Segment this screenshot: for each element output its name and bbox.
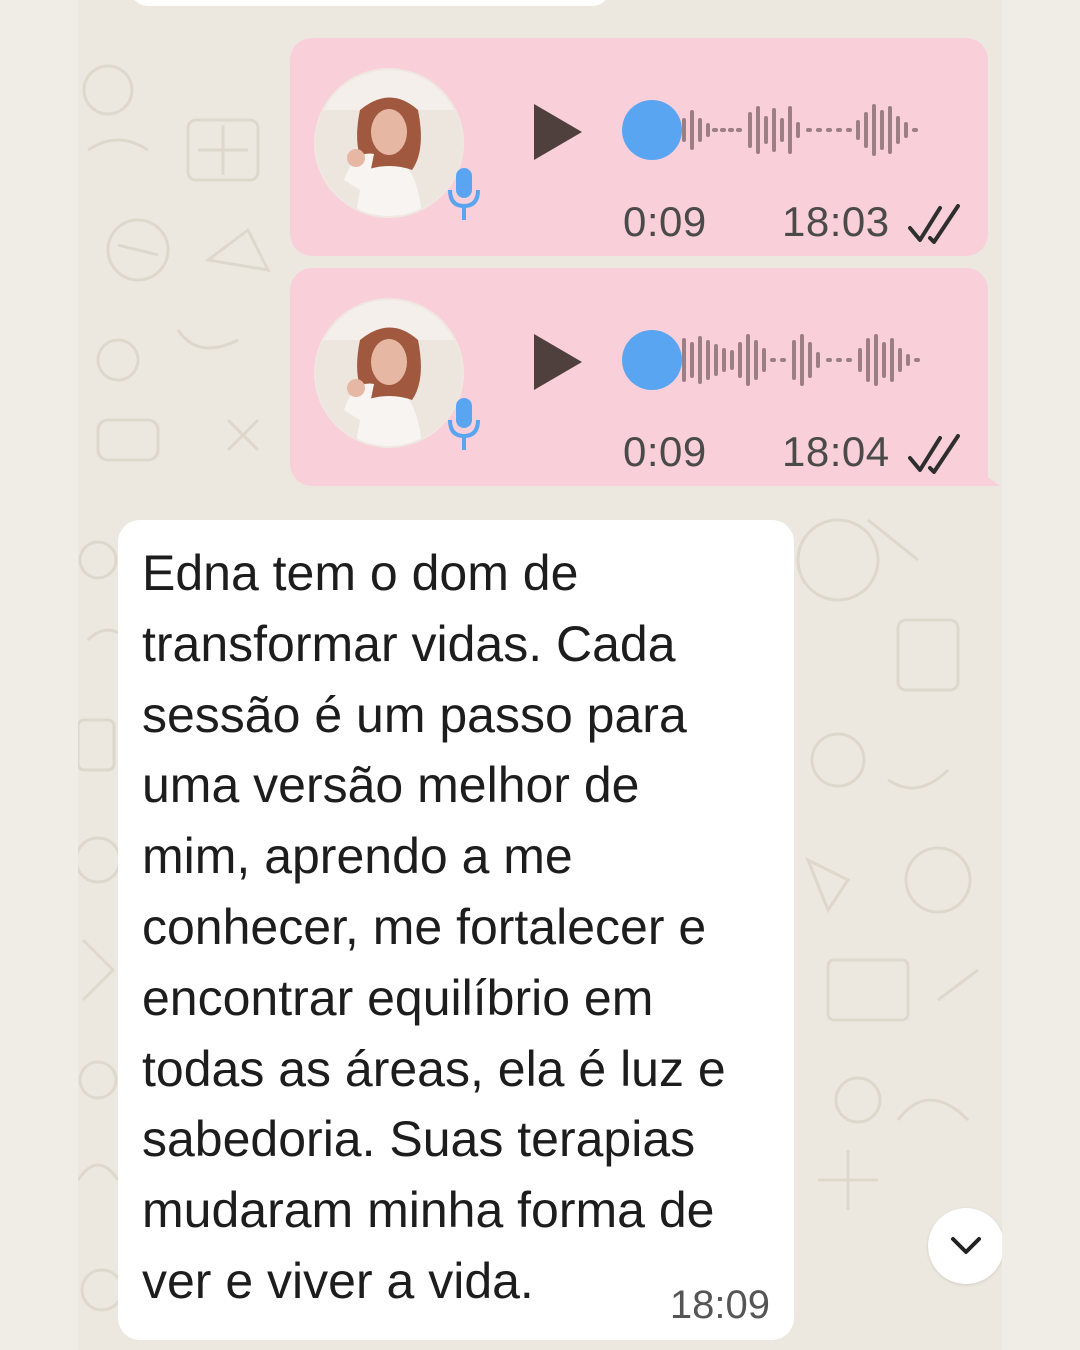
audio-waveform[interactable] (678, 100, 958, 160)
voice-duration: 0:09 (623, 198, 707, 245)
bubble-tail (978, 470, 1000, 486)
progress-handle[interactable] (622, 330, 682, 390)
message-time: 18:09 (669, 1283, 770, 1327)
voice-duration: 0:09 (623, 428, 707, 475)
progress-handle[interactable] (622, 100, 682, 160)
chevron-down-icon (951, 1237, 981, 1254)
text-message[interactable]: Edna tem o dom de transformar vidas. Cad… (118, 520, 794, 1340)
sender-avatar-wrapper (314, 298, 480, 450)
previous-message-bubble (130, 0, 610, 6)
voice-message[interactable]: 0:09 18:03 (290, 38, 988, 256)
scroll-down-button[interactable] (928, 1208, 1002, 1284)
chat-area: 0:09 18:03 0:09 18:04 Edna tem o dom de … (78, 0, 1002, 1350)
microphone-icon (448, 398, 480, 450)
sender-avatar-wrapper (314, 68, 480, 220)
microphone-icon (448, 168, 480, 220)
message-text: Edna tem o dom de transformar vidas. Cad… (142, 545, 726, 1309)
audio-waveform[interactable] (678, 330, 958, 390)
play-icon[interactable] (530, 100, 586, 164)
avatar[interactable] (314, 68, 464, 218)
avatar[interactable] (314, 298, 464, 448)
message-time: 18:04 (782, 428, 890, 475)
voice-message[interactable]: 0:09 18:04 (290, 268, 1000, 486)
double-check-icon (908, 434, 960, 474)
play-icon[interactable] (530, 330, 586, 394)
message-time: 18:03 (782, 198, 890, 245)
double-check-icon (908, 204, 960, 244)
